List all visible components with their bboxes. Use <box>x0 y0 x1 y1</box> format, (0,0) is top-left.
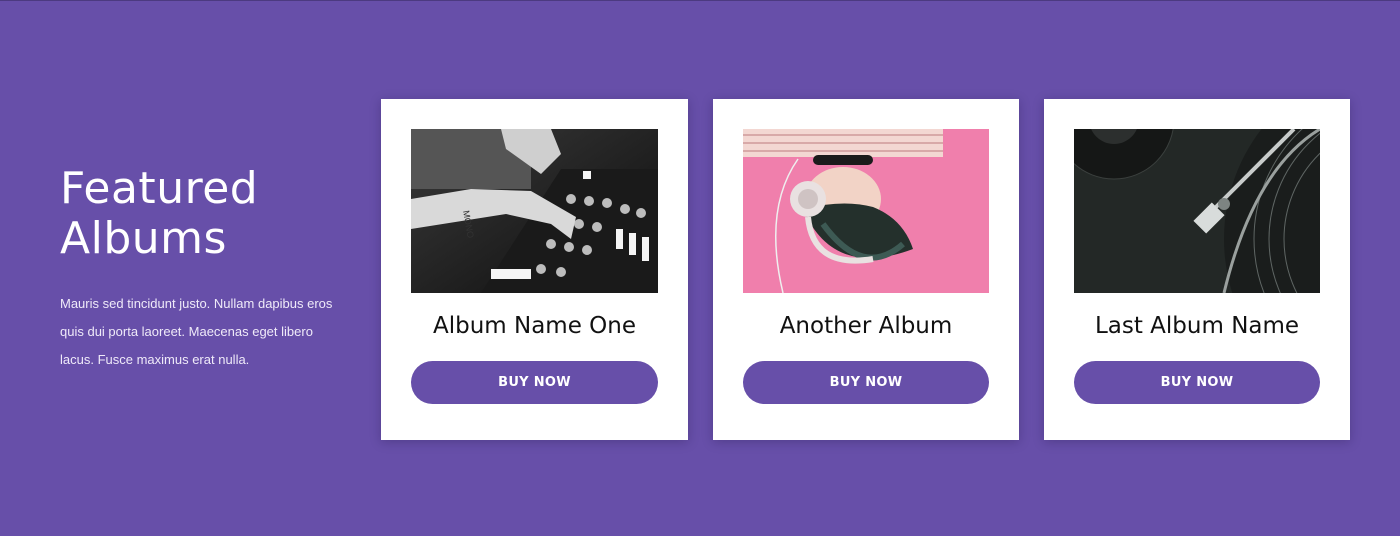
section-heading: Featured Albums <box>60 164 340 264</box>
album-card-1: MONO Album Name One BUY NOW <box>381 99 688 440</box>
album-card-3: Last Album Name BUY NOW <box>1044 99 1350 440</box>
album-title: Last Album Name <box>1094 313 1300 339</box>
album-image-headphones <box>743 129 989 293</box>
buy-now-button[interactable]: BUY NOW <box>411 361 658 404</box>
heading-line-1: Featured <box>60 163 259 214</box>
album-card-2: Another Album BUY NOW <box>713 99 1019 440</box>
vinyl-turntable-photo <box>1074 129 1320 293</box>
dj-mixer-photo: MONO <box>411 129 658 293</box>
album-title: Another Album <box>779 313 953 339</box>
album-image-vinyl <box>1074 129 1320 293</box>
album-image-dj-mixer: MONO <box>411 129 658 293</box>
buy-now-button[interactable]: BUY NOW <box>743 361 989 404</box>
album-title: Album Name One <box>432 313 636 339</box>
featured-albums-section: Featured Albums Mauris sed tincidunt jus… <box>0 0 1400 536</box>
intro-block: Featured Albums Mauris sed tincidunt jus… <box>60 164 340 374</box>
heading-line-2: Albums <box>60 213 227 264</box>
headphones-pink-photo <box>743 129 989 293</box>
buy-now-button[interactable]: BUY NOW <box>1074 361 1320 404</box>
section-description: Mauris sed tincidunt justo. Nullam dapib… <box>60 296 333 367</box>
top-divider <box>0 0 1400 1</box>
